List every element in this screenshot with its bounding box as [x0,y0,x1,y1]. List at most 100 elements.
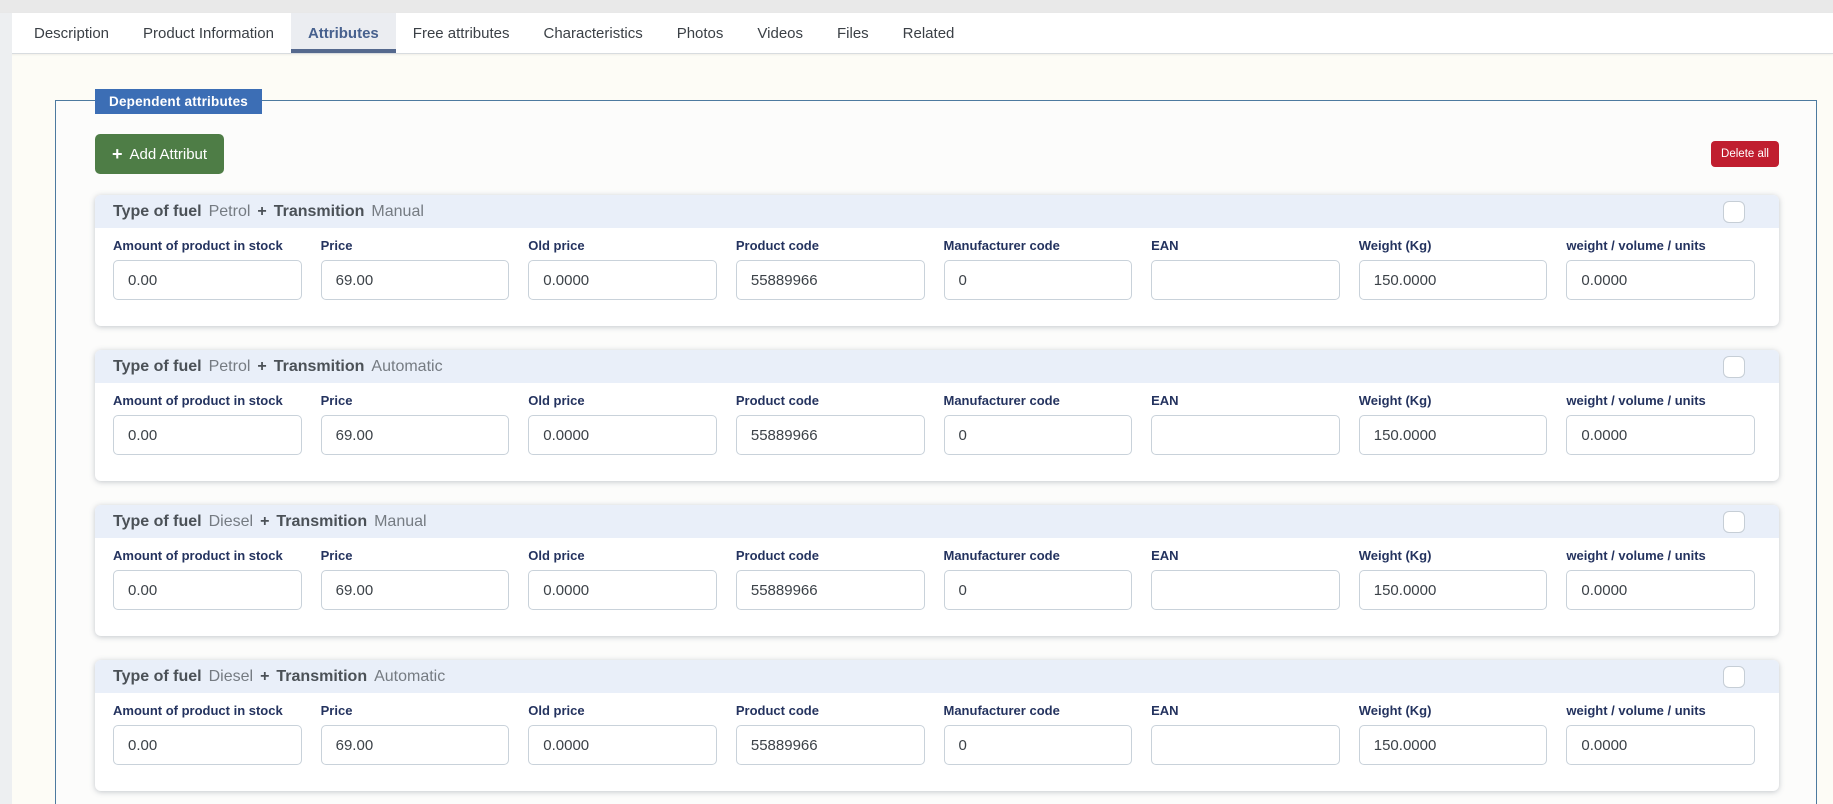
field-price: Price [321,548,510,610]
weight-volume-units-input[interactable] [1566,260,1755,300]
top-strip [0,0,1833,13]
weight-input[interactable] [1359,570,1548,610]
manufacturer-code-input[interactable] [944,725,1133,765]
field-label: Price [321,393,510,408]
field-weight: Weight (Kg) [1359,238,1548,300]
product-code-input[interactable] [736,415,925,455]
ean-input[interactable] [1151,260,1340,300]
panel-toolbar: + Add Attribut Delete all [95,134,1779,174]
attribute-card: Type of fuel Diesel + Transmition Manual… [95,505,1779,636]
field-label: Product code [736,393,925,408]
plus-separator: + [260,513,269,531]
tab-videos[interactable]: Videos [740,13,820,53]
attribute2-value: Manual [374,513,426,531]
amount-input[interactable] [113,260,302,300]
old-price-input[interactable] [528,570,717,610]
select-card-checkbox[interactable] [1723,511,1745,533]
field-price: Price [321,238,510,300]
attribute-card: Type of fuel Diesel + Transmition Automa… [95,660,1779,791]
select-card-checkbox[interactable] [1723,356,1745,378]
price-input[interactable] [321,260,510,300]
price-input[interactable] [321,415,510,455]
field-label: Weight (Kg) [1359,238,1548,253]
field-label: Old price [528,393,717,408]
field-label: weight / volume / units [1566,703,1755,718]
card-body: Amount of product in stock Price Old pri… [95,228,1779,326]
field-old-price: Old price [528,548,717,610]
card-body: Amount of product in stock Price Old pri… [95,693,1779,791]
attribute2-value: Automatic [371,358,442,376]
field-label: Old price [528,548,717,563]
field-label: Old price [528,703,717,718]
plus-separator: + [257,358,266,376]
field-product-code: Product code [736,703,925,765]
add-attribute-button[interactable]: + Add Attribut [95,134,224,174]
field-amount: Amount of product in stock [113,548,302,610]
field-weight: Weight (Kg) [1359,393,1548,455]
field-product-code: Product code [736,393,925,455]
field-label: Manufacturer code [944,703,1133,718]
field-label: EAN [1151,548,1340,563]
tab-product-information[interactable]: Product Information [126,13,291,53]
field-ean: EAN [1151,548,1340,610]
ean-input[interactable] [1151,570,1340,610]
field-label: Price [321,238,510,253]
field-product-code: Product code [736,548,925,610]
tab-description[interactable]: Description [17,13,126,53]
weight-volume-units-input[interactable] [1566,725,1755,765]
tab-files[interactable]: Files [820,13,886,53]
field-label: Amount of product in stock [113,238,302,253]
select-card-checkbox[interactable] [1723,666,1745,688]
ean-input[interactable] [1151,415,1340,455]
select-card-checkbox[interactable] [1723,201,1745,223]
old-price-input[interactable] [528,725,717,765]
field-label: weight / volume / units [1566,393,1755,408]
amount-input[interactable] [113,415,302,455]
attribute1-name: Type of fuel [113,668,202,686]
plus-separator: + [257,203,266,221]
field-amount: Amount of product in stock [113,238,302,300]
product-code-input[interactable] [736,260,925,300]
manufacturer-code-input[interactable] [944,570,1133,610]
tab-free-attributes[interactable]: Free attributes [396,13,527,53]
weight-volume-units-input[interactable] [1566,415,1755,455]
field-label: EAN [1151,238,1340,253]
field-label: weight / volume / units [1566,548,1755,563]
tab-photos[interactable]: Photos [660,13,741,53]
product-code-input[interactable] [736,725,925,765]
card-header: Type of fuel Diesel + Transmition Automa… [95,660,1779,693]
manufacturer-code-input[interactable] [944,260,1133,300]
page-content: Dependent attributes + Add Attribut Dele… [0,54,1833,804]
weight-input[interactable] [1359,725,1548,765]
field-ean: EAN [1151,238,1340,300]
attribute-card: Type of fuel Petrol + Transmition Manual… [95,195,1779,326]
weight-input[interactable] [1359,260,1548,300]
field-manufacturer-code: Manufacturer code [944,238,1133,300]
field-label: Price [321,703,510,718]
price-input[interactable] [321,570,510,610]
amount-input[interactable] [113,570,302,610]
field-ean: EAN [1151,703,1340,765]
field-weight: Weight (Kg) [1359,703,1548,765]
attribute2-name: Transmition [274,203,365,221]
attribute2-name: Transmition [276,513,367,531]
old-price-input[interactable] [528,260,717,300]
weight-input[interactable] [1359,415,1548,455]
ean-input[interactable] [1151,725,1340,765]
delete-all-button[interactable]: Delete all [1711,141,1779,167]
field-label: Weight (Kg) [1359,393,1548,408]
old-price-input[interactable] [528,415,717,455]
weight-volume-units-input[interactable] [1566,570,1755,610]
attribute2-name: Transmition [274,358,365,376]
field-label: weight / volume / units [1566,238,1755,253]
amount-input[interactable] [113,725,302,765]
price-input[interactable] [321,725,510,765]
tab-characteristics[interactable]: Characteristics [527,13,660,53]
manufacturer-code-input[interactable] [944,415,1133,455]
field-product-code: Product code [736,238,925,300]
tab-related[interactable]: Related [886,13,972,53]
product-code-input[interactable] [736,570,925,610]
tab-attributes[interactable]: Attributes [291,13,396,53]
field-old-price: Old price [528,393,717,455]
attribute1-value: Petrol [209,203,251,221]
